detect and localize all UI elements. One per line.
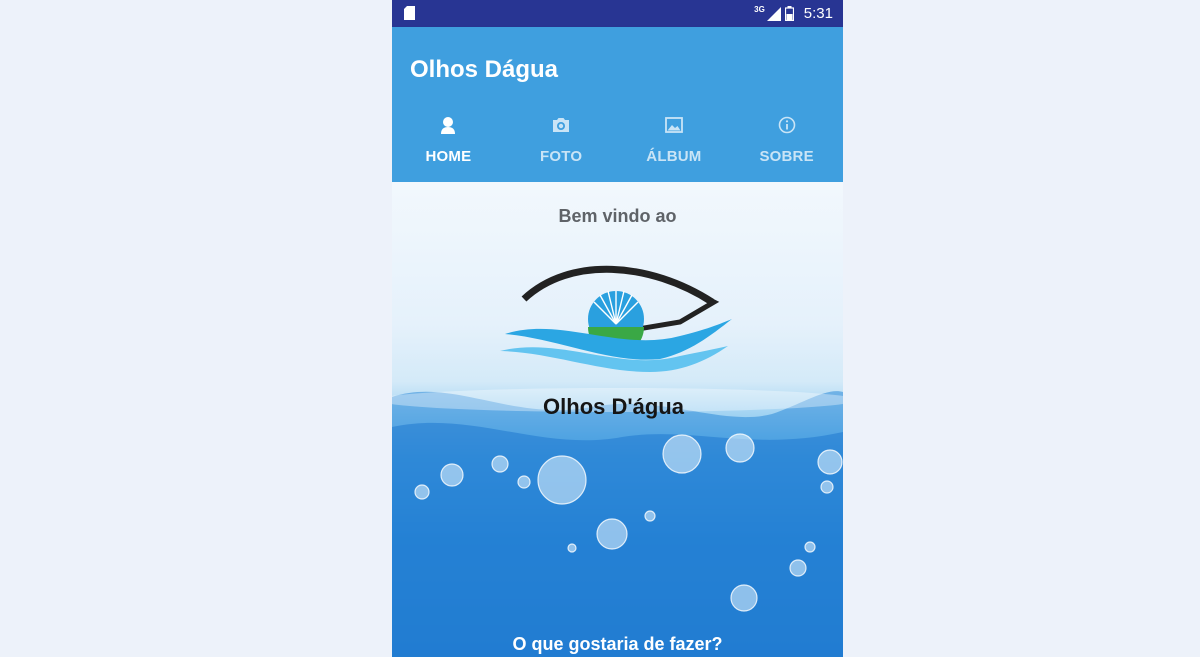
app-bar: Olhos Dágua HOME FOTO ÁLBUM SOBRE [392, 27, 843, 182]
question-text: O que gostaria de fazer? [512, 634, 723, 654]
logo-brand-text: Olhos D'água [543, 394, 684, 419]
tab-foto-label: FOTO [540, 148, 583, 165]
camera-icon [553, 118, 570, 132]
tab-album-label: ÁLBUM [646, 148, 702, 165]
person-icon [441, 117, 456, 134]
app-title: Olhos Dágua [410, 56, 559, 83]
sd-card-icon [404, 6, 415, 20]
image-icon [664, 117, 683, 133]
status-time: 5:31 [803, 5, 833, 22]
tab-bar: HOME FOTO ÁLBUM SOBRE [392, 112, 843, 182]
tab-home[interactable]: HOME [392, 112, 505, 182]
tab-home-label: HOME [425, 148, 472, 165]
tab-sobre-label: SOBRE [759, 148, 814, 165]
info-icon [778, 116, 795, 134]
olhos-dagua-logo [500, 265, 732, 372]
phone-screen: 3G 5:31 Olhos Dágua HOME FOTO ÁLBUM SOBR… [392, 0, 843, 657]
status-bar: 3G 5:31 [392, 0, 843, 27]
signal-icon [766, 6, 781, 21]
network-type-label: 3G [754, 5, 765, 14]
home-content: Bem vindo ao Olhos D'água O que gostaria… [392, 182, 843, 657]
tab-album[interactable]: ÁLBUM [618, 112, 731, 182]
tab-sobre[interactable]: SOBRE [730, 112, 843, 182]
welcome-text: Bem vindo ao [558, 206, 677, 226]
battery-icon [784, 6, 794, 21]
tab-foto[interactable]: FOTO [505, 112, 618, 182]
